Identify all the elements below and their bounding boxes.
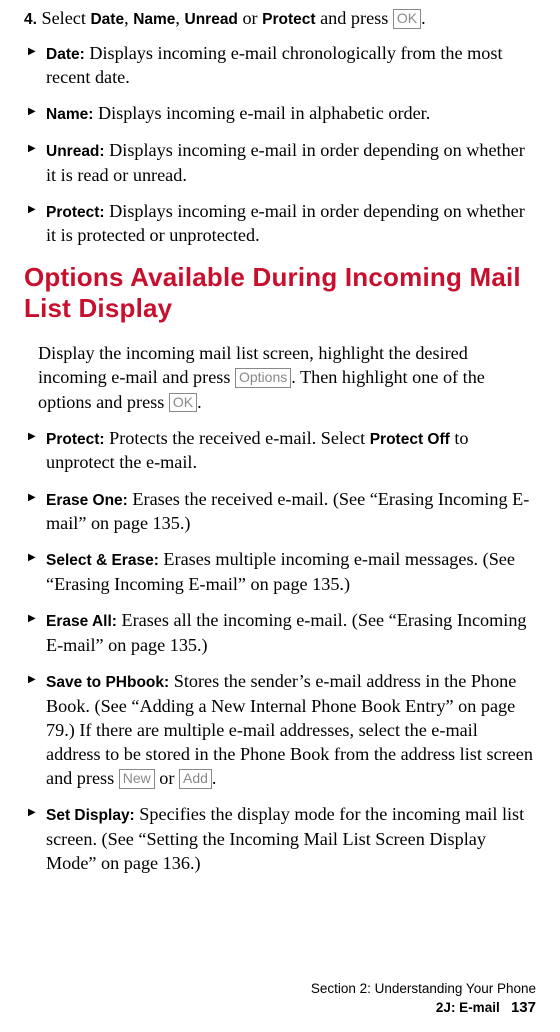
ok-key: OK	[169, 393, 197, 413]
list-item: Name: Displays incoming e-mail in alphab…	[24, 101, 536, 126]
opt-unread: Unread	[185, 11, 238, 28]
step-4: 4. Select Date, Name, Unread or Protect …	[24, 6, 536, 31]
new-key: New	[119, 769, 155, 789]
list-item: Protect: Displays incoming e-mail in ord…	[24, 199, 536, 248]
step-text-pre: Select	[41, 8, 90, 28]
bullet-label: Set Display:	[46, 807, 135, 824]
list-item: Select & Erase: Erases multiple incoming…	[24, 547, 536, 596]
section-heading: Options Available During Incoming Mail L…	[24, 262, 536, 325]
bullet-desc: Displays incoming e-mail chronologically…	[46, 43, 503, 88]
list-item: Save to PHbook: Stores the sender’s e-ma…	[24, 669, 536, 790]
ok-key: OK	[393, 9, 421, 29]
page: 4. Select Date, Name, Unread or Protect …	[0, 0, 560, 1032]
bullet-text: Protects the received e-mail. Select	[105, 428, 370, 448]
footer-line2: 2J: E-mail 137	[311, 998, 536, 1018]
bullet-text: or	[155, 768, 179, 788]
bullet-label: Protect:	[46, 204, 105, 221]
bullet-desc: Displays incoming e-mail in order depend…	[46, 140, 525, 185]
footer-line1: Section 2: Understanding Your Phone	[311, 980, 536, 998]
content: 4. Select Date, Name, Unread or Protect …	[24, 6, 536, 875]
bullet-desc: Displays incoming e-mail in order depend…	[46, 201, 525, 246]
list-item: Date: Displays incoming e-mail chronolog…	[24, 41, 536, 90]
intro-paragraph: Display the incoming mail list screen, h…	[38, 341, 536, 414]
options-key: Options	[235, 368, 291, 388]
list-item: Erase One: Erases the received e-mail. (…	[24, 487, 536, 536]
options-list: Protect: Protects the received e-mail. S…	[24, 426, 536, 876]
opt-name: Name	[133, 11, 175, 28]
list-item: Erase All: Erases all the incoming e-mai…	[24, 608, 536, 657]
opt-protect: Protect	[262, 11, 315, 28]
sep: ,	[124, 8, 133, 28]
bullet-label: Save to PHbook:	[46, 674, 169, 691]
bullet-text: .	[212, 768, 217, 788]
list-item: Protect: Protects the received e-mail. S…	[24, 426, 536, 475]
add-key: Add	[179, 769, 212, 789]
bullet-desc: Displays incoming e-mail in alphabetic o…	[93, 103, 430, 123]
bullet-label: Name:	[46, 106, 93, 123]
bullet-label: Date:	[46, 46, 85, 63]
bullet-label: Unread:	[46, 143, 105, 160]
page-footer: Section 2: Understanding Your Phone 2J: …	[311, 980, 536, 1018]
footer-section: 2J: E-mail	[436, 1000, 500, 1015]
bullet-label: Erase All:	[46, 613, 117, 630]
intro-t3: .	[197, 392, 202, 412]
opt-date: Date	[90, 11, 124, 28]
inline-bold: Protect Off	[370, 431, 450, 448]
step-text-post: and press	[316, 8, 393, 28]
sort-options-list: Date: Displays incoming e-mail chronolog…	[24, 41, 536, 248]
bullet-label: Select & Erase:	[46, 552, 159, 569]
step-number: 4.	[24, 11, 37, 28]
page-number: 137	[511, 999, 536, 1016]
list-item: Set Display: Specifies the display mode …	[24, 802, 536, 875]
sep: ,	[175, 8, 184, 28]
bullet-label: Protect:	[46, 431, 105, 448]
bullet-text: Erases all the incoming e-mail. (See “Er…	[46, 610, 527, 655]
bullet-label: Erase One:	[46, 492, 128, 509]
list-item: Unread: Displays incoming e-mail in orde…	[24, 138, 536, 187]
step-end: .	[421, 8, 426, 28]
sep: or	[238, 8, 262, 28]
